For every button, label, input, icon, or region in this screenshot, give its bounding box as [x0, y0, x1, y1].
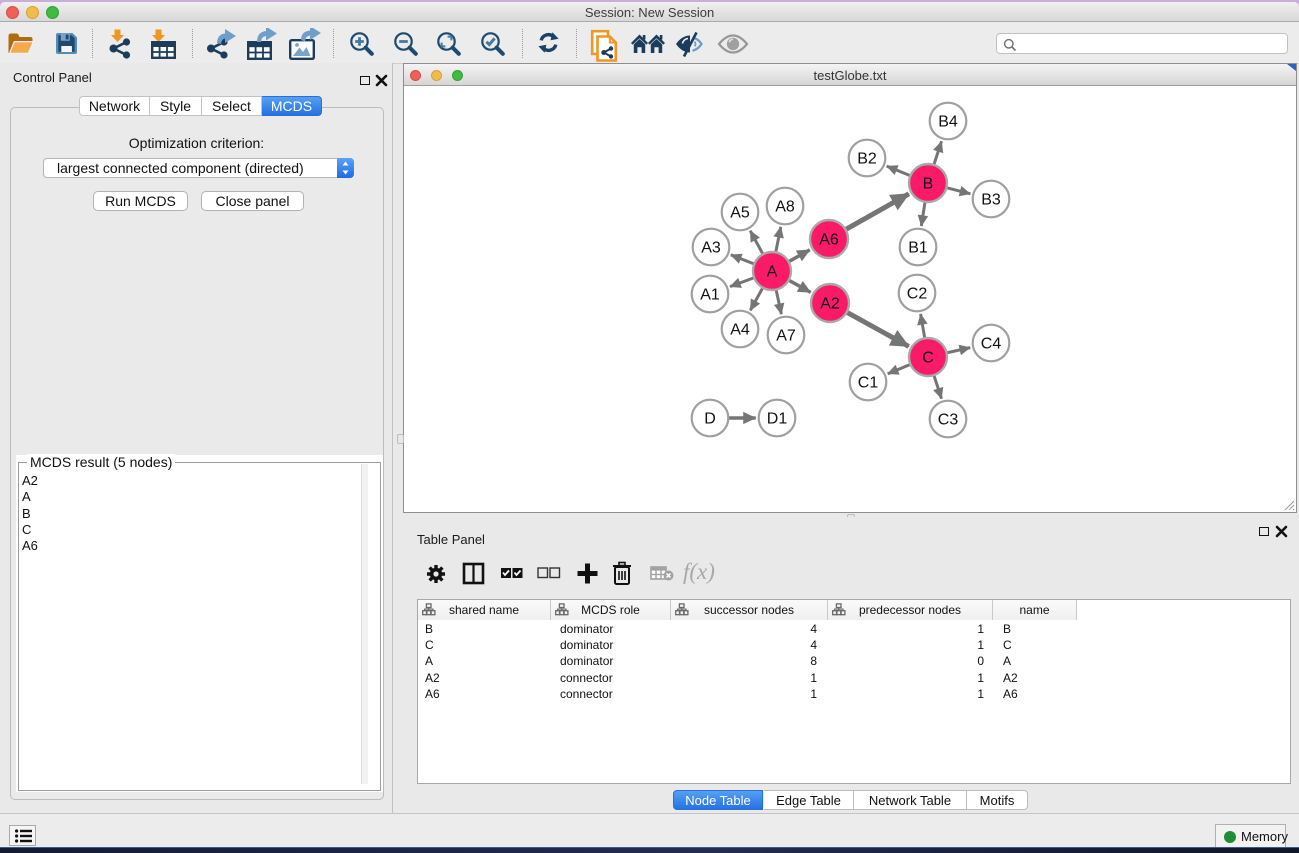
svg-text:B: B [923, 176, 934, 193]
svg-text:C2: C2 [907, 286, 928, 303]
svg-text:A2: A2 [820, 296, 840, 313]
svg-text:B2: B2 [857, 151, 877, 168]
svg-text:B4: B4 [938, 114, 958, 131]
svg-text:A3: A3 [701, 240, 721, 257]
svg-text:D: D [704, 411, 716, 428]
svg-text:A5: A5 [730, 205, 750, 222]
svg-text:A8: A8 [775, 199, 795, 216]
svg-text:A7: A7 [776, 328, 796, 345]
svg-text:D1: D1 [767, 411, 788, 428]
svg-text:B1: B1 [908, 240, 928, 257]
svg-text:C: C [922, 350, 934, 367]
svg-text:A6: A6 [819, 232, 839, 249]
svg-text:A1: A1 [700, 287, 720, 304]
svg-text:B3: B3 [981, 192, 1001, 209]
svg-text:C3: C3 [938, 412, 959, 429]
svg-text:A: A [767, 264, 778, 281]
svg-text:C1: C1 [858, 375, 879, 392]
svg-text:C4: C4 [981, 336, 1002, 353]
svg-text:A4: A4 [730, 322, 750, 339]
